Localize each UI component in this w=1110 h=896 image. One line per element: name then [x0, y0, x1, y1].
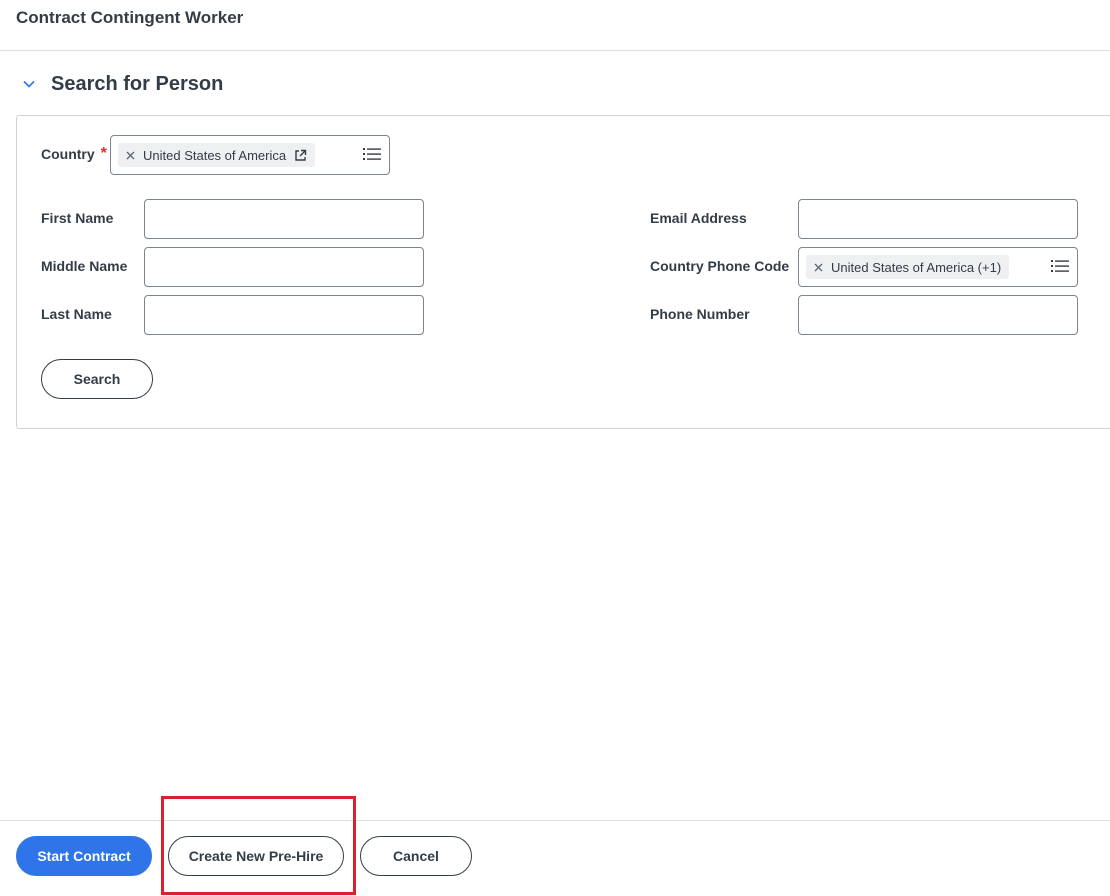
chevron-down-icon[interactable]	[18, 73, 40, 95]
country-label-text: Country	[41, 146, 95, 162]
country-phone-code-prompt[interactable]: United States of America (+1)	[798, 247, 1078, 287]
search-panel: Country * United States of America First…	[16, 115, 1110, 429]
external-link-icon[interactable]	[294, 149, 307, 162]
close-icon[interactable]	[126, 151, 135, 160]
section-header[interactable]: Search for Person	[18, 70, 223, 98]
country-chip[interactable]: United States of America	[118, 143, 316, 167]
start-contract-button[interactable]: Start Contract	[16, 836, 152, 876]
list-icon[interactable]	[1051, 258, 1069, 274]
create-new-pre-hire-button[interactable]: Create New Pre-Hire	[168, 836, 344, 876]
country-prompt[interactable]: United States of America	[110, 135, 390, 175]
footer-divider	[0, 820, 1110, 821]
middle-name-input[interactable]	[144, 247, 424, 287]
phone-code-chip-label: United States of America (+1)	[831, 259, 1002, 275]
section-title: Search for Person	[51, 72, 224, 95]
phone-number-input[interactable]	[798, 295, 1078, 335]
page-title: Contract Contingent Worker	[16, 8, 244, 27]
phone-number-label: Phone Number	[650, 306, 750, 322]
first-name-input[interactable]	[144, 199, 424, 239]
middle-name-label: Middle Name	[41, 258, 128, 274]
first-name-label: First Name	[41, 210, 114, 226]
title-divider	[0, 50, 1110, 51]
required-marker: *	[100, 145, 107, 162]
page: Contract Contingent Worker Search for Pe…	[0, 0, 1110, 896]
list-icon[interactable]	[363, 146, 381, 162]
last-name-label: Last Name	[41, 306, 112, 322]
email-address-input[interactable]	[798, 199, 1078, 239]
email-address-label: Email Address	[650, 210, 747, 226]
cancel-button[interactable]: Cancel	[360, 836, 472, 876]
phone-code-chip[interactable]: United States of America (+1)	[806, 255, 1010, 279]
country-label: Country *	[41, 144, 107, 164]
country-phone-code-label: Country Phone Code	[650, 258, 790, 274]
close-icon[interactable]	[814, 263, 823, 272]
country-chip-label: United States of America	[143, 147, 287, 163]
search-button[interactable]: Search	[41, 359, 153, 399]
last-name-input[interactable]	[144, 295, 424, 335]
